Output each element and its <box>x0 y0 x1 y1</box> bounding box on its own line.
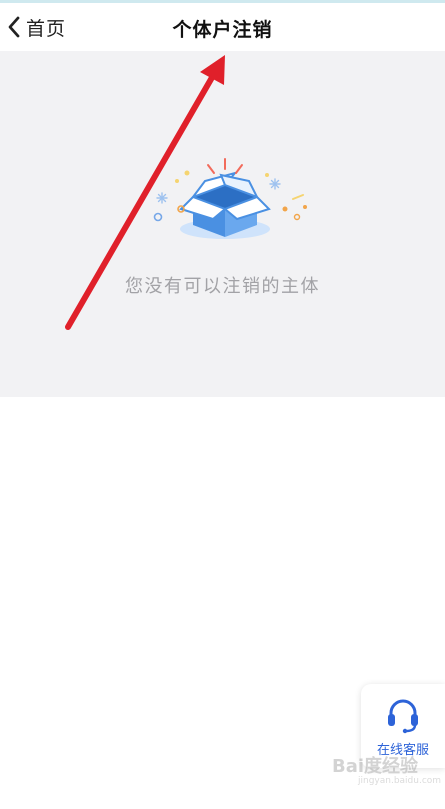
watermark-url: jingyan.baidu.com <box>358 776 442 786</box>
baidu-watermark: Bai度经验 jingyan.baidu.com <box>332 752 441 786</box>
empty-state-message: 您没有可以注销的主体 <box>125 276 320 297</box>
page-title: 个体户注销 <box>172 19 273 41</box>
navigation-bar: 首页 个体户注销 <box>0 3 445 51</box>
baidu-logo: Bai度经验 <box>332 752 441 778</box>
watermark-brand: Bai度经验 <box>332 756 419 777</box>
headset-icon <box>388 699 418 734</box>
empty-state-panel: 您没有可以注销的主体 <box>0 51 445 397</box>
